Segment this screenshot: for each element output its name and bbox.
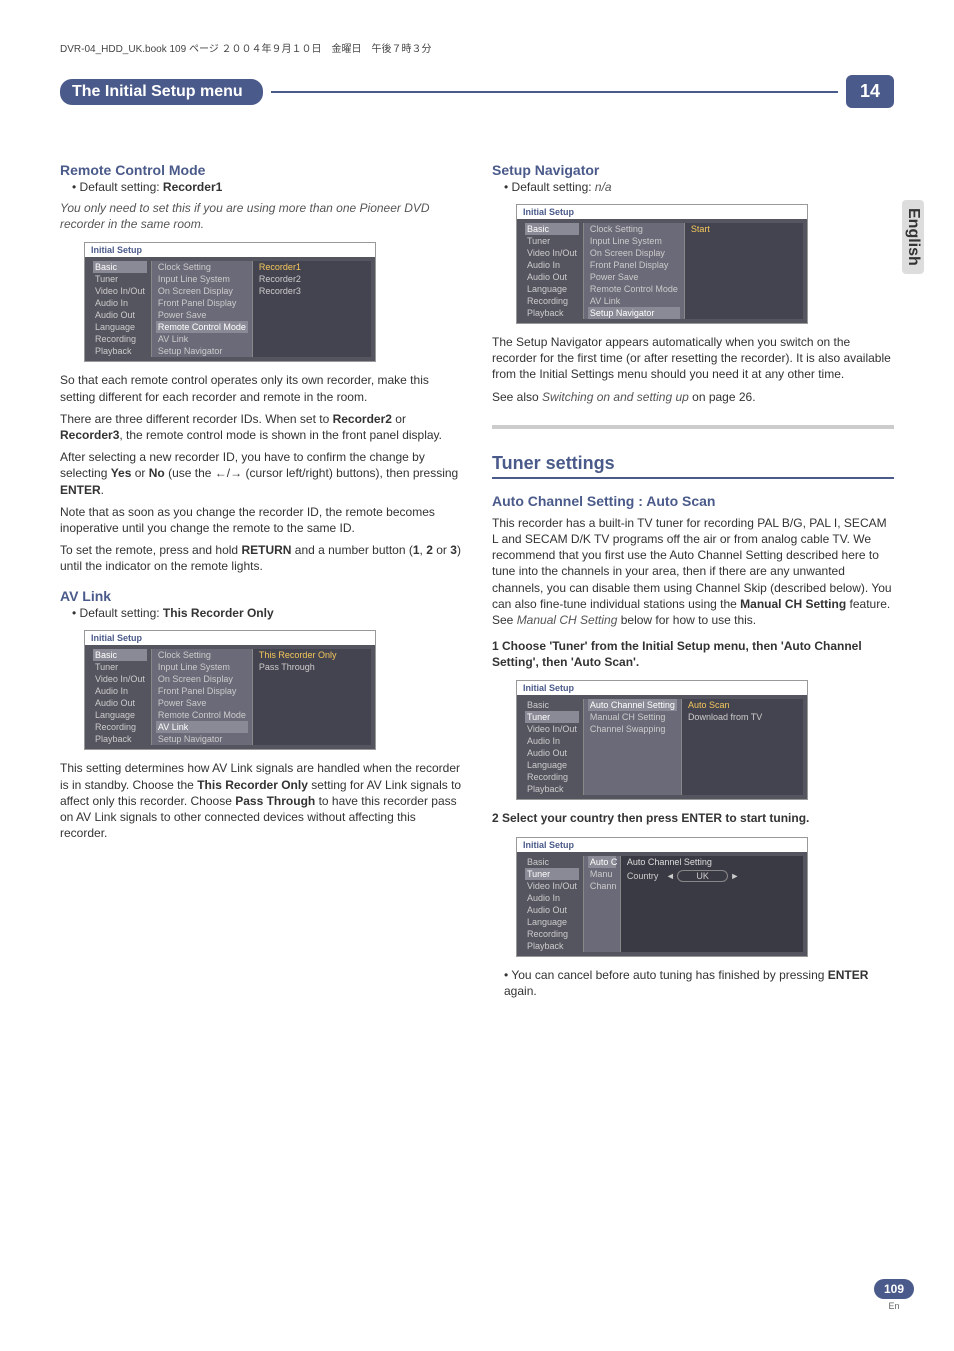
book-header: DVR-04_HDD_UK.book 109 ページ ２００４年９月１０日 金曜… bbox=[60, 40, 894, 55]
right-column: Setup Navigator • Default setting: n/a I… bbox=[492, 148, 894, 1003]
arrow-right-icon: → bbox=[230, 466, 242, 480]
nav-p2: See also Switching on and setting up on … bbox=[492, 389, 894, 405]
rcm-intro: You only need to set this if you are usi… bbox=[60, 200, 462, 232]
cancel-note: • You can cancel before auto tuning has … bbox=[504, 967, 894, 999]
title-rule bbox=[271, 91, 838, 93]
arrow-left-icon: ← bbox=[215, 466, 227, 480]
title-bar: The Initial Setup menu 14 bbox=[60, 75, 894, 108]
step-1: 1 Choose 'Tuner' from the Initial Setup … bbox=[492, 638, 894, 670]
rcm-p2: There are three different recorder IDs. … bbox=[60, 411, 462, 443]
step-2: 2 Select your country then press ENTER t… bbox=[492, 810, 894, 826]
page-title: The Initial Setup menu bbox=[60, 79, 263, 105]
heading-av-link: AV Link bbox=[60, 588, 462, 604]
rcm-p4: Note that as soon as you change the reco… bbox=[60, 504, 462, 536]
setup-screenshot-rcm: Initial Setup Basic Tuner Video In/Out A… bbox=[84, 242, 376, 362]
setup-screenshot-tuner-auto: Initial Setup Basic Tuner Video In/Out A… bbox=[516, 680, 808, 800]
default-setting-rcm: • Default setting: Recorder1 bbox=[72, 180, 462, 194]
setup-title: Initial Setup bbox=[85, 243, 375, 257]
triangle-left-icon: ◄ bbox=[666, 871, 675, 881]
rcm-p5: To set the remote, press and hold RETURN… bbox=[60, 542, 462, 574]
left-column: Remote Control Mode • Default setting: R… bbox=[60, 148, 462, 1003]
nav-p1: The Setup Navigator appears automaticall… bbox=[492, 334, 894, 383]
default-setting-nav: • Default setting: n/a bbox=[504, 180, 894, 194]
heading-auto-scan: Auto Channel Setting : Auto Scan bbox=[492, 493, 894, 509]
triangle-right-icon: ► bbox=[730, 871, 739, 881]
heading-tuner-settings: Tuner settings bbox=[492, 453, 894, 479]
section-separator bbox=[492, 425, 894, 429]
page-number: 109 En bbox=[874, 1279, 914, 1311]
heading-remote-control-mode: Remote Control Mode bbox=[60, 162, 462, 178]
language-tab: English bbox=[902, 200, 924, 274]
heading-setup-navigator: Setup Navigator bbox=[492, 162, 894, 178]
autoscan-intro: This recorder has a built-in TV tuner fo… bbox=[492, 515, 894, 628]
setup-screenshot-avlink: Initial Setup Basic Tuner Video In/Out A… bbox=[84, 630, 376, 750]
chapter-number: 14 bbox=[846, 75, 894, 108]
rcm-p3: After selecting a new recorder ID, you h… bbox=[60, 449, 462, 498]
setup-screenshot-navigator: Initial Setup Basic Tuner Video In/Out A… bbox=[516, 204, 808, 324]
avlink-p1: This setting determines how AV Link sign… bbox=[60, 760, 462, 841]
setup-screenshot-tuner-country: Initial Setup Basic Tuner Video In/Out A… bbox=[516, 837, 808, 957]
default-setting-avlink: • Default setting: This Recorder Only bbox=[72, 606, 462, 620]
rcm-p1: So that each remote control operates onl… bbox=[60, 372, 462, 404]
